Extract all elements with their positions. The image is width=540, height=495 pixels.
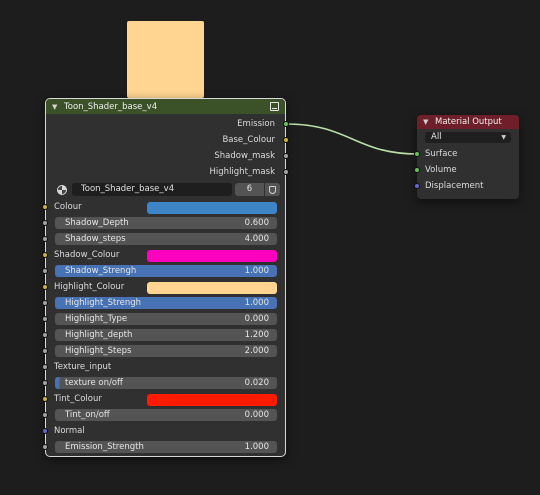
highlight-type-field[interactable]: Highlight_Type 0.000 <box>55 313 277 325</box>
dropdown-arrow-icon: ▼ <box>501 134 506 141</box>
input-highlight-colour-label: Highlight_Colour <box>54 282 125 292</box>
render-target-value: All <box>431 132 442 142</box>
input-socket-volume[interactable] <box>414 167 420 173</box>
input-socket-highlight-depth[interactable] <box>42 332 48 338</box>
output-highlight-mask: Highlight_mask <box>209 167 275 177</box>
node-group-name-field[interactable]: Toon_Shader_base_v4 <box>72 183 232 196</box>
shadow-colour-swatch[interactable] <box>147 250 277 262</box>
input-socket-normal[interactable] <box>42 428 48 434</box>
node-group-icon[interactable] <box>270 102 279 111</box>
material-output-node[interactable]: ▼ Material Output All ▼ Surface Volume D… <box>414 115 519 199</box>
node-title: Toon_Shader_base_v4 <box>64 101 158 112</box>
input-socket-shadow-strength[interactable] <box>42 268 48 274</box>
input-socket-texture-input[interactable] <box>42 364 48 370</box>
node-tree-browse-icon[interactable] <box>55 183 69 196</box>
group-node[interactable]: ▼ Toon_Shader_base_v4 Emission Base_Colo… <box>42 98 289 457</box>
material-output-title: Material Output <box>435 117 502 127</box>
fake-user-shield-icon[interactable] <box>265 183 280 196</box>
shadow-depth-field[interactable]: Shadow_Depth 0.600 <box>55 217 277 229</box>
input-shadow-colour-label: Shadow_Colour <box>54 250 120 260</box>
node-group-selector: Toon_Shader_base_v4 6 <box>55 183 280 196</box>
node-header[interactable]: ▼ Toon_Shader_base_v4 <box>46 99 285 114</box>
highlight-colour-swatch[interactable] <box>147 282 277 294</box>
material-output-header[interactable]: ▼ Material Output <box>417 115 519 129</box>
output-socket-shadow-mask[interactable] <box>283 153 289 159</box>
input-socket-highlight-steps[interactable] <box>42 348 48 354</box>
emission-to-surface-link <box>285 123 419 155</box>
output-emission: Emission <box>237 119 275 129</box>
input-socket-surface[interactable] <box>414 151 420 157</box>
shadow-strength-slider[interactable]: Shadow_Strengh 1.000 <box>55 265 277 277</box>
input-socket-highlight-colour[interactable] <box>42 284 48 290</box>
input-socket-shadow-depth[interactable] <box>42 220 48 226</box>
input-tint-colour-label: Tint_Colour <box>54 394 102 404</box>
highlight-steps-field[interactable]: Highlight_Steps 2.000 <box>55 345 277 357</box>
input-socket-texture-onoff[interactable] <box>42 380 48 386</box>
input-socket-tint-colour[interactable] <box>42 396 48 402</box>
tint-onoff-field[interactable]: Tint_on/off 0.000 <box>55 409 277 421</box>
input-surface-label: Surface <box>425 149 458 159</box>
input-texture-input-label: Texture_input <box>54 362 112 372</box>
input-socket-colour[interactable] <box>42 204 48 210</box>
input-socket-highlight-type[interactable] <box>42 316 48 322</box>
input-displacement-label: Displacement <box>425 181 484 191</box>
output-shadow-mask: Shadow_mask <box>214 151 275 161</box>
tint-colour-swatch[interactable] <box>147 394 277 406</box>
input-socket-tint-onoff[interactable] <box>42 412 48 418</box>
input-volume-label: Volume <box>425 165 457 175</box>
shadow-steps-field[interactable]: Shadow_steps 4.000 <box>55 233 277 245</box>
highlight-strength-slider[interactable]: Highlight_Strengh 1.000 <box>55 297 277 309</box>
input-socket-shadow-steps[interactable] <box>42 236 48 242</box>
texture-onoff-slider[interactable]: texture on/off 0.020 <box>55 377 277 389</box>
output-socket-base-colour[interactable] <box>283 137 289 143</box>
colour-swatch[interactable] <box>147 202 277 214</box>
output-socket-highlight-mask[interactable] <box>283 169 289 175</box>
input-socket-displacement[interactable] <box>414 183 420 189</box>
input-socket-highlight-strength[interactable] <box>42 300 48 306</box>
input-normal-label: Normal <box>54 426 85 436</box>
output-base-colour: Base_Colour <box>222 135 275 145</box>
input-colour-label: Colour <box>54 202 82 212</box>
render-target-dropdown[interactable]: All ▼ <box>425 132 511 143</box>
user-count-button[interactable]: 6 <box>235 183 264 196</box>
collapse-chevron-icon[interactable]: ▼ <box>423 118 433 126</box>
output-socket-emission[interactable] <box>283 121 289 127</box>
emission-strength-field[interactable]: Emission_Strength 1.000 <box>55 441 277 453</box>
highlight-depth-field[interactable]: Highlight_depth 1.200 <box>55 329 277 341</box>
collapse-chevron-icon[interactable]: ▼ <box>52 103 62 111</box>
input-socket-emission-strength[interactable] <box>42 444 48 450</box>
input-socket-shadow-colour[interactable] <box>42 252 48 258</box>
